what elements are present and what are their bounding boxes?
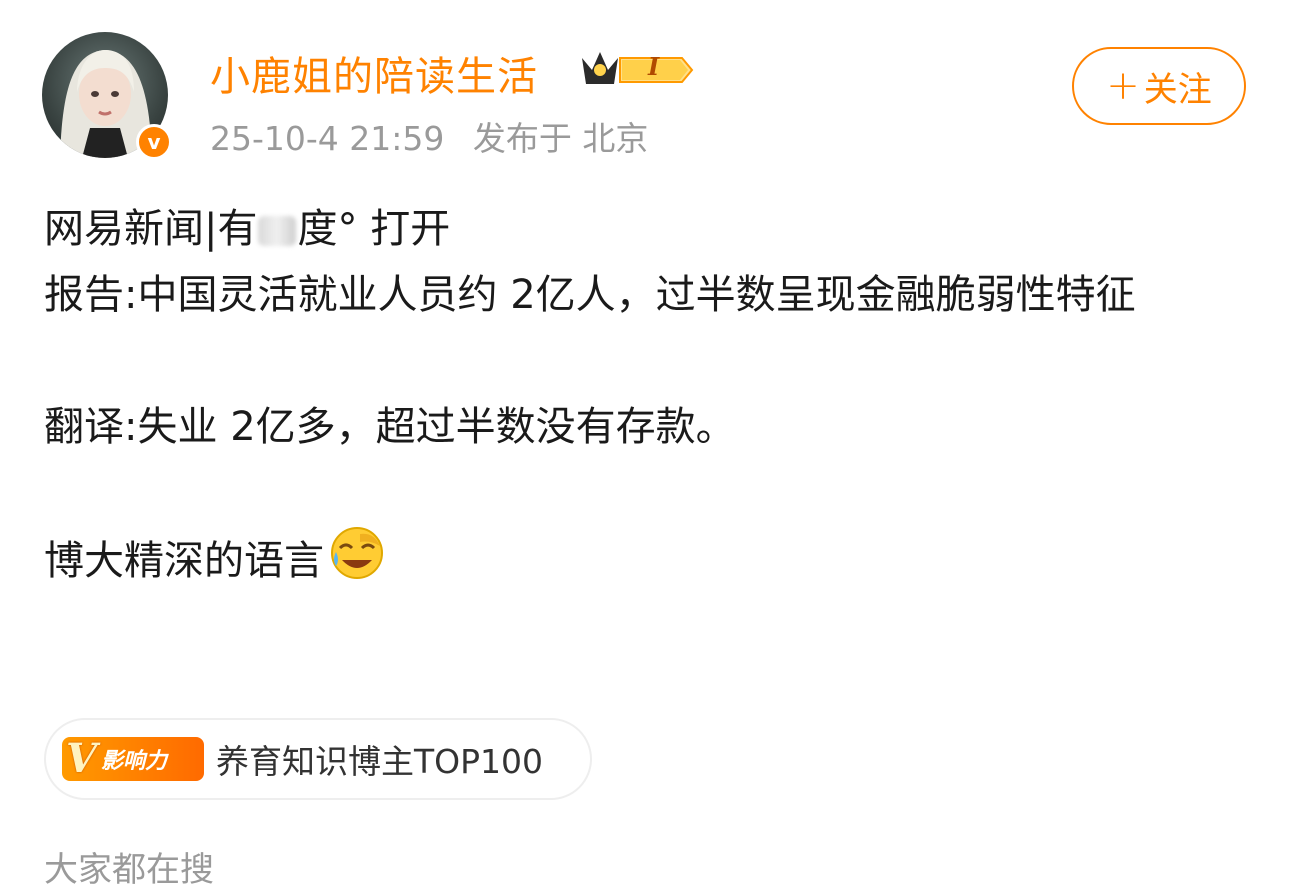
v-badge-icon: V: [66, 735, 98, 782]
influence-badge: V 影响力: [62, 737, 204, 781]
laugh-cry-emoji-icon: [330, 526, 384, 600]
headline-text: 报告:中国灵活就业人员约 2亿人，过半数呈现金融脆弱性特征: [44, 272, 1136, 318]
influence-tag[interactable]: V 影响力 养育知识博主TOP100: [44, 718, 592, 800]
blurred-text: [258, 216, 297, 246]
source-line[interactable]: 网易新闻|有 度° 打开: [44, 196, 1264, 262]
influence-badge-label: 影响力: [101, 749, 168, 774]
level-badge-text: I: [648, 52, 660, 81]
follow-button[interactable]: + 关注: [1072, 47, 1246, 125]
translation-text: 翻译:失业 2亿多，超过半数没有存款。: [44, 404, 736, 450]
source-prefix: 网易新闻|有: [44, 206, 258, 252]
avatar-container[interactable]: v: [42, 32, 172, 160]
post-location: 发布于 北京: [472, 119, 649, 158]
vip-crown-icon[interactable]: I: [578, 46, 696, 94]
post-meta: 25-10-4 21:59 发布于 北京: [210, 112, 648, 160]
plus-icon: +: [1106, 63, 1140, 109]
verified-badge-icon: v: [136, 124, 172, 160]
post-body: 网易新闻|有 度° 打开 报告:中国灵活就业人员约 2亿人，过半数呈现金融脆弱性特…: [44, 196, 1264, 600]
post-timestamp: 25-10-4 21:59: [210, 119, 445, 158]
influence-tag-text: 养育知识博主TOP100: [216, 742, 544, 781]
search-section-title: 大家都在搜: [44, 850, 214, 890]
follow-label: 关注: [1143, 69, 1212, 110]
author-name[interactable]: 小鹿姐的陪读生活: [210, 44, 538, 102]
comment-text: 博大精深的语言: [44, 538, 324, 584]
source-suffix: 度° 打开: [297, 206, 451, 252]
comment-line: 博大精深的语言: [44, 526, 1264, 600]
